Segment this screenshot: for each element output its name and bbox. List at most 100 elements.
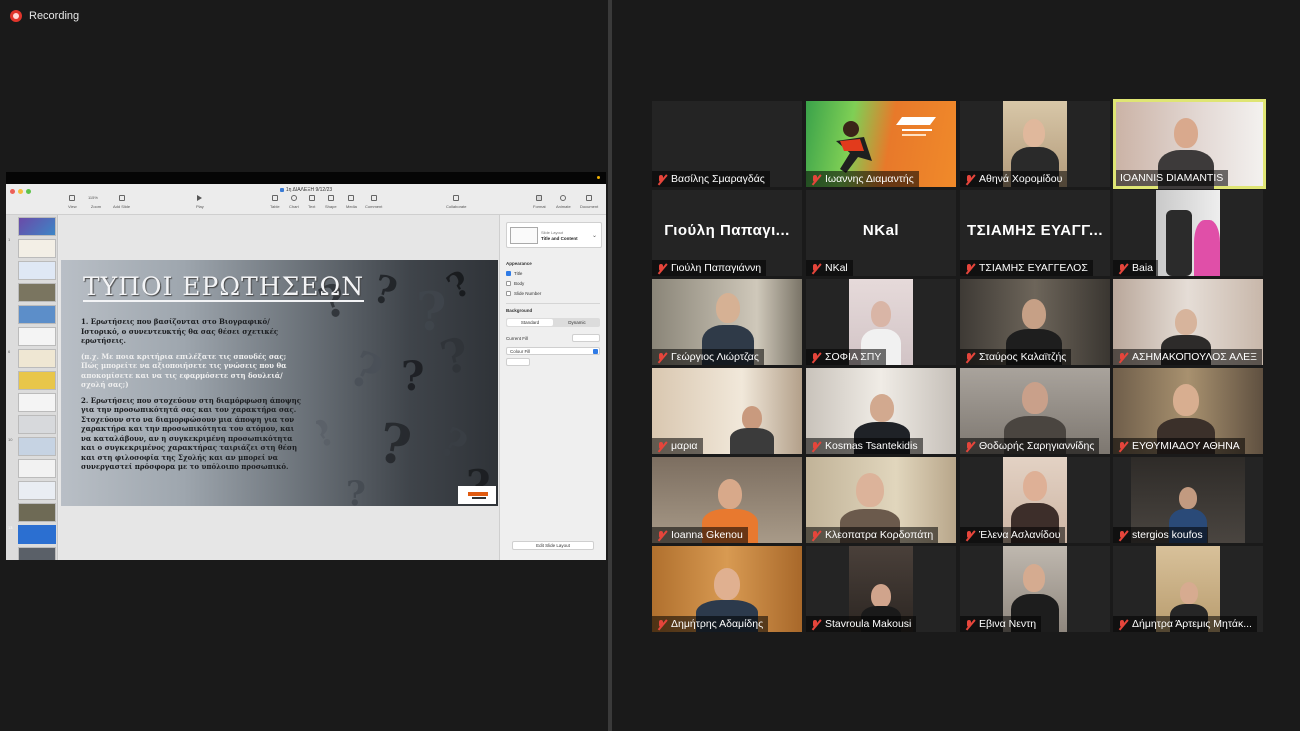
participant-namebar: IOANNIS DIAMANTIS xyxy=(1116,170,1229,186)
toolbar-label: Add Slide xyxy=(113,204,131,209)
participant-namebar: μαρια xyxy=(652,438,703,454)
participant-tile[interactable]: ΕΥΘΥΜΙΑΔΟΥ ΑΘΗΝΑ xyxy=(1113,368,1263,454)
slide-thumbnail[interactable] xyxy=(18,261,56,280)
slide-thumbnail[interactable] xyxy=(18,393,56,412)
slide-thumbnail[interactable] xyxy=(18,415,56,434)
participant-name: Δημήτρης Αδαμίδης xyxy=(671,618,764,630)
fill-swatch[interactable] xyxy=(572,334,600,342)
participant-tile[interactable]: Stavroula Makousi xyxy=(806,546,956,632)
toolbar-text-button[interactable]: Text xyxy=(308,195,315,209)
toolbar-zoom-button[interactable]: 115% Zoom xyxy=(88,195,104,209)
toolbar-animate-button[interactable]: Animate xyxy=(556,195,571,209)
participant-tile[interactable]: Δήμητρα Άρτεμις Μητάκ... xyxy=(1113,546,1263,632)
slide-thumbnail[interactable] xyxy=(18,349,56,368)
table-icon xyxy=(271,195,278,201)
participant-namebar: Γεώργιος Λιώρτζας xyxy=(652,349,764,365)
svg-text:?: ? xyxy=(374,410,416,479)
participant-tile[interactable]: ΑΣΗΜΑΚΟΠΟΥΛΟΣ ΑΛΕΞ xyxy=(1113,279,1263,365)
current-slide[interactable]: ? ? ? ? ? ? ? ? ? ? ? ? ΤΥΠΟΙ ΕΡΩΤΗΣΕΩΝ xyxy=(61,260,498,506)
slide-number-checkbox[interactable]: Slide Number xyxy=(506,291,541,296)
participant-tile[interactable]: ΤΣΙΑΜΗΣ ΕΥΑΓΓ... ΤΣΙΑΜΗΣ ΕΥΑΓΓΕΛΟΣ xyxy=(960,190,1110,276)
toolbar-document-button[interactable]: Document xyxy=(580,195,598,209)
chevron-down-icon: ⌄ xyxy=(591,233,597,239)
toolbar-add-slide-button[interactable]: Add Slide xyxy=(113,195,130,209)
mic-muted-icon xyxy=(1117,530,1128,541)
slide-thumbnail[interactable] xyxy=(18,503,56,522)
slide-thumbnail[interactable] xyxy=(18,437,56,456)
toolbar-label: Document xyxy=(580,204,599,209)
participant-tile[interactable]: Εβινα Νεντη xyxy=(960,546,1110,632)
checkbox-icon xyxy=(506,281,511,286)
collaborate-icon xyxy=(453,195,460,201)
svg-text:?: ? xyxy=(341,340,390,403)
participant-tile[interactable]: Βασίλης Σμαραγδάς xyxy=(652,101,802,187)
edit-slide-layout-button[interactable]: Edit Slide Layout xyxy=(512,541,594,550)
pink-object xyxy=(1194,220,1220,276)
mic-muted-icon xyxy=(810,530,821,541)
keynote-doc-icon xyxy=(279,187,284,192)
toolbar-table-button[interactable]: Table xyxy=(270,195,280,209)
participant-tile[interactable]: NKal NKal xyxy=(806,190,956,276)
title-checkbox[interactable]: Title xyxy=(506,271,522,276)
slide-thumbnail[interactable] xyxy=(18,283,56,302)
participant-display-name: NKal xyxy=(862,222,900,239)
mic-muted-icon xyxy=(1117,619,1128,630)
zoom-value: 115% xyxy=(88,195,98,200)
participant-tile[interactable]: Ioanna Gkenou xyxy=(652,457,802,543)
participant-name: ΤΣΙΑΜΗΣ ΕΥΑΓΓΕΛΟΣ xyxy=(979,262,1088,274)
slide-thumbnail[interactable] xyxy=(18,239,56,258)
toolbar-collaborate-button[interactable]: Collaborate xyxy=(446,195,466,209)
mic-muted-icon xyxy=(964,174,975,185)
participant-tile[interactable]: Δημήτρης Αδαμίδης xyxy=(652,546,802,632)
toolbar-shape-button[interactable]: Shape xyxy=(325,195,337,209)
participant-display-name: Γιούλη Παπαγι... xyxy=(664,222,790,239)
participant-tile[interactable]: ΣΟΦΙΑ ΣΠΥ xyxy=(806,279,956,365)
participant-name: Stavroula Makousi xyxy=(825,618,912,630)
participant-tile[interactable]: Γιούλη Παπαγι... Γιούλη Παπαγιάννη xyxy=(652,190,802,276)
slide-thumbnail[interactable] xyxy=(18,547,56,560)
participant-tile[interactable]: Κλεοπατρα Κορδοπάτη xyxy=(806,457,956,543)
toolbar-chart-button[interactable]: Chart xyxy=(289,195,299,209)
participant-tile[interactable]: Θοδωρής Σαρηγιαννίδης xyxy=(960,368,1110,454)
slide-thumbnail[interactable] xyxy=(18,481,56,500)
participant-tile[interactable]: Σταύρος Καλαϊτζής xyxy=(960,279,1110,365)
fill-type-select[interactable]: Colour Fill xyxy=(506,347,600,355)
slide-thumbnail[interactable] xyxy=(18,327,56,346)
participant-tile-active-speaker[interactable]: IOANNIS DIAMANTIS xyxy=(1113,99,1266,189)
participant-tile[interactable]: μαρια xyxy=(652,368,802,454)
slide-thumbnail[interactable] xyxy=(18,371,56,390)
person xyxy=(1175,309,1197,335)
participant-tile[interactable]: Kosmas Tsantekidis xyxy=(806,368,956,454)
participant-tile[interactable]: stergios koufos xyxy=(1113,457,1263,543)
toolbar-view-button[interactable]: View xyxy=(68,195,77,209)
view-divider[interactable] xyxy=(608,0,612,731)
slide-navigator[interactable]: 1 6 10 13 xyxy=(6,215,58,560)
recording-indicator[interactable]: Recording xyxy=(10,10,79,22)
segment-standard[interactable]: Standard xyxy=(507,319,553,326)
toolbar-media-button[interactable]: Media xyxy=(346,195,357,209)
participant-tile[interactable]: Γεώργιος Λιώρτζας xyxy=(652,279,802,365)
slide-layout-value: Title and Content xyxy=(541,236,578,241)
shape-icon xyxy=(327,195,334,201)
toolbar-play-button[interactable]: Play xyxy=(196,195,204,209)
person xyxy=(1022,382,1048,414)
participant-tile[interactable]: Αθηνά Χορομίδου xyxy=(960,101,1110,187)
body-checkbox[interactable]: Body xyxy=(506,281,524,286)
toolbar-comment-button[interactable]: Comment xyxy=(365,195,382,209)
slide-layout-selector[interactable]: Slide Layout Title and Content ⌄ xyxy=(506,222,602,248)
mic-muted-icon xyxy=(656,619,667,630)
chart-icon xyxy=(290,195,297,201)
slide-thumbnail[interactable] xyxy=(18,217,56,236)
slide-thumbnail-selected[interactable] xyxy=(18,525,56,544)
participant-tile[interactable]: Έλενα Ασλανίδου xyxy=(960,457,1110,543)
image-fill-well[interactable] xyxy=(506,358,530,366)
participant-name: IOANNIS DIAMANTIS xyxy=(1120,172,1224,184)
slide-thumbnail[interactable] xyxy=(18,305,56,324)
segment-dynamic[interactable]: Dynamic xyxy=(554,318,600,327)
slide-canvas[interactable]: ? ? ? ? ? ? ? ? ? ? ? ? ΤΥΠΟΙ ΕΡΩΤΗΣΕΩΝ xyxy=(59,215,499,560)
slide-thumbnail[interactable] xyxy=(18,459,56,478)
toolbar-format-button[interactable]: Format xyxy=(533,195,546,209)
participant-tile[interactable]: Ιωαννης Διαμαντής xyxy=(806,101,956,187)
background-segmented-control[interactable]: Standard Dynamic xyxy=(506,318,600,327)
participant-tile[interactable]: Baia xyxy=(1113,190,1263,276)
